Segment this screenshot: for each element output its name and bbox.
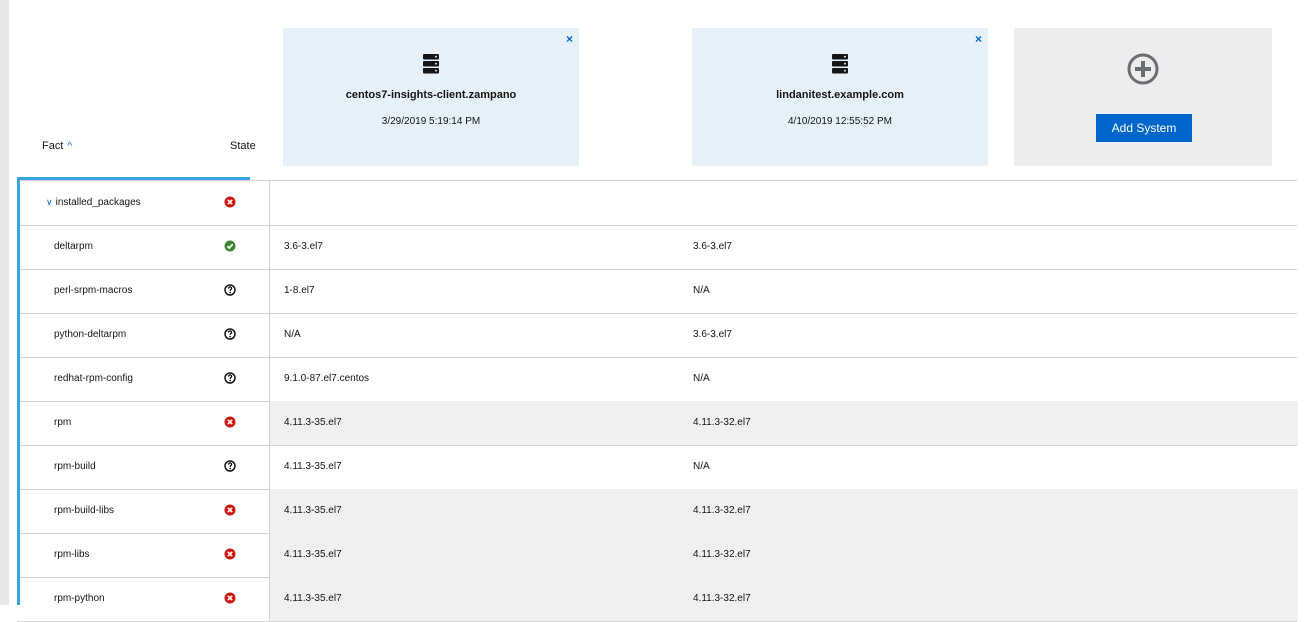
system-1-value: 9.1.0-87.el7.centos: [284, 373, 370, 384]
fact-name: rpm-libs: [54, 549, 90, 560]
state-different-icon: [223, 591, 237, 605]
state-unknown-icon: [223, 459, 237, 473]
system-name: lindanitest.example.com: [776, 89, 904, 101]
state-unknown-icon: [223, 283, 237, 297]
left-gutter: [0, 0, 9, 605]
system-1-value: 4.11.3-35.el7: [284, 461, 342, 472]
table-row: deltarpm 3.6-3.el7 3.6-3.el7: [17, 225, 1297, 270]
table-left-bar: [17, 180, 20, 605]
system-1-value: 3.6-3.el7: [284, 241, 323, 252]
fact-values: 3.6-3.el7 3.6-3.el7: [269, 225, 1298, 269]
fact-name: python-deltarpm: [54, 329, 127, 340]
fact-values: 9.1.0-87.el7.centos N/A: [269, 357, 1298, 401]
chevron-down-icon[interactable]: ∨: [46, 197, 53, 207]
sort-ascending-icon[interactable]: ^: [67, 141, 72, 152]
system-2-value: 4.11.3-32.el7: [693, 593, 751, 604]
table-row: rpm-build-libs 4.11.3-35.el7 4.11.3-32.el7: [17, 489, 1298, 534]
system-1-value: 4.11.3-35.el7: [284, 417, 342, 428]
table-row: perl-srpm-macros 1-8.el7 N/A: [17, 269, 1297, 314]
state-unknown-icon: [223, 371, 237, 385]
table-row: rpm-libs 4.11.3-35.el7 4.11.3-32.el7: [17, 533, 1298, 578]
fact-values: 4.11.3-35.el7 4.11.3-32.el7: [269, 577, 1298, 621]
group-values: [269, 181, 1298, 225]
fact-values: 1-8.el7 N/A: [269, 269, 1298, 313]
state-column-header: State: [230, 140, 256, 152]
system-1-value: 4.11.3-35.el7: [284, 549, 342, 560]
group-row[interactable]: ∨ installed_packages: [17, 181, 1298, 226]
system-2-value: N/A: [693, 461, 710, 472]
server-icon: [832, 54, 848, 74]
fact-column-label: Fact: [42, 140, 64, 152]
fact-column-header[interactable]: Fact ^: [42, 140, 72, 152]
system-2-value: 4.11.3-32.el7: [693, 417, 751, 428]
system-2-value: N/A: [693, 373, 710, 384]
group-label[interactable]: ∨ installed_packages: [46, 197, 141, 208]
fact-name: deltarpm: [54, 241, 93, 252]
fact-name: rpm: [54, 417, 72, 428]
system-1-value: 4.11.3-35.el7: [284, 593, 342, 604]
fact-name: perl-srpm-macros: [54, 285, 133, 296]
system-name: centos7-insights-client.zampano: [345, 89, 517, 101]
system-1-value: N/A: [284, 329, 301, 340]
fact-name: rpm-python: [54, 593, 105, 604]
table-row: python-deltarpm N/A 3.6-3.el7: [17, 313, 1297, 358]
add-system-button[interactable]: Add System: [1096, 114, 1192, 142]
fact-values: 4.11.3-35.el7 4.11.3-32.el7: [269, 401, 1298, 445]
state-different-icon: [223, 547, 237, 561]
fact-values: 4.11.3-35.el7 4.11.3-32.el7: [269, 489, 1298, 533]
add-system-card: Add System: [1014, 28, 1272, 166]
system-card: × lindanitest.example.com 4/10/2019 12:5…: [692, 28, 988, 166]
system-2-value: 4.11.3-32.el7: [693, 505, 751, 516]
system-last-checkin: 4/10/2019 12:55:52 PM: [788, 116, 892, 127]
state-different-icon: [223, 503, 237, 517]
table-row: rpm 4.11.3-35.el7 4.11.3-32.el7: [17, 401, 1298, 446]
fact-values: N/A 3.6-3.el7: [269, 313, 1298, 357]
fact-values: 4.11.3-35.el7 4.11.3-32.el7: [269, 533, 1298, 577]
comparison-table: ∨ installed_packages deltarpm 3.6-3.el7 3.6…: [17, 180, 1298, 622]
table-row: rpm-build 4.11.3-35.el7 N/A: [17, 445, 1297, 490]
add-circle-icon[interactable]: [1126, 52, 1160, 86]
fact-values: 4.11.3-35.el7 N/A: [269, 445, 1298, 489]
remove-system-icon[interactable]: ×: [975, 32, 982, 46]
system-2-value: 3.6-3.el7: [693, 329, 732, 340]
fact-name: rpm-build: [54, 461, 96, 472]
state-unknown-icon: [223, 327, 237, 341]
system-card: × centos7-insights-client.zampano 3/29/2…: [283, 28, 579, 166]
group-name: installed_packages: [55, 197, 141, 208]
system-1-value: 4.11.3-35.el7: [284, 505, 342, 516]
server-icon: [423, 54, 439, 74]
system-2-value: N/A: [693, 285, 710, 296]
fact-name: redhat-rpm-config: [54, 373, 133, 384]
fact-name: rpm-build-libs: [54, 505, 115, 516]
state-same-icon: [223, 239, 237, 253]
state-different-icon: [223, 195, 237, 209]
system-2-value: 4.11.3-32.el7: [693, 549, 751, 560]
system-last-checkin: 3/29/2019 5:19:14 PM: [381, 116, 481, 127]
table-row: rpm-python 4.11.3-35.el7 4.11.3-32.el7: [17, 577, 1298, 622]
table-row: redhat-rpm-config 9.1.0-87.el7.centos N/A: [17, 357, 1297, 402]
system-2-value: 3.6-3.el7: [693, 241, 732, 252]
remove-system-icon[interactable]: ×: [566, 32, 573, 46]
system-1-value: 1-8.el7: [284, 285, 315, 296]
state-different-icon: [223, 415, 237, 429]
